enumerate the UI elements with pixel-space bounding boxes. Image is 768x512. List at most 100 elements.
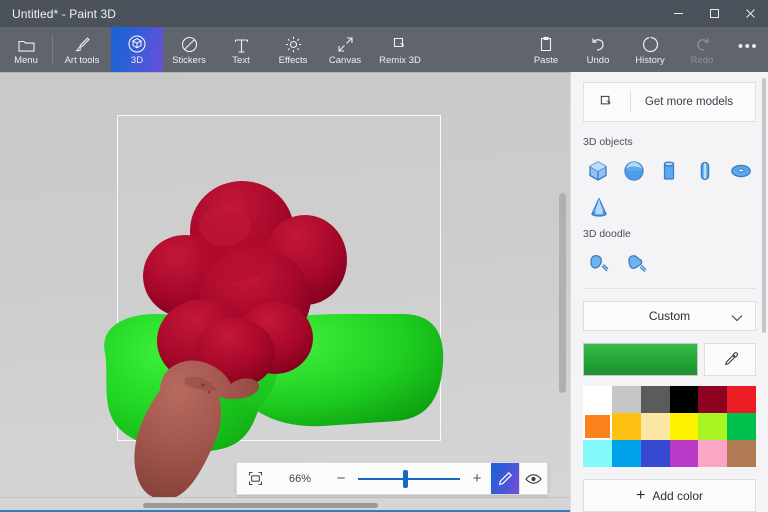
soft-edge-doodle-button[interactable] — [620, 248, 652, 278]
tab-redo: Redo — [676, 27, 728, 72]
color-swatch[interactable] — [640, 440, 670, 467]
object-capsule-button[interactable] — [690, 156, 721, 186]
fit-to-view-button[interactable] — [237, 463, 273, 494]
tab-effects-label: Effects — [278, 54, 308, 66]
tab-paste[interactable]: Paste — [520, 27, 572, 72]
current-color-swatch[interactable] — [583, 343, 698, 376]
tab-text[interactable]: Text — [215, 27, 267, 72]
workspace — [0, 72, 570, 512]
color-swatch[interactable] — [727, 386, 756, 413]
zoom-toolbar: 66% − + — [236, 462, 548, 495]
zoom-in-button[interactable]: + — [463, 463, 491, 494]
canvas-vertical-scrollbar[interactable] — [559, 193, 566, 393]
horizontal-scroll-thumb[interactable] — [143, 503, 378, 508]
color-swatch[interactable] — [611, 413, 641, 440]
cube-icon — [128, 34, 146, 53]
sticker-icon — [181, 34, 198, 53]
color-swatch[interactable] — [640, 386, 670, 413]
paint3d-window: Untitled* - Paint 3D Menu Art tools 3D S… — [0, 0, 768, 512]
color-swatch[interactable] — [583, 386, 612, 413]
tab-art-tools[interactable]: Art tools — [53, 27, 111, 72]
object-cube-button[interactable] — [583, 156, 614, 186]
object-cone-button[interactable] — [583, 192, 615, 222]
ribbon-overflow-icon[interactable]: ••• — [728, 27, 768, 72]
get-more-models-button[interactable]: Get more models — [583, 82, 756, 122]
color-swatch[interactable] — [640, 413, 670, 440]
color-swatch[interactable] — [669, 440, 699, 467]
object-cylinder-button[interactable] — [654, 156, 685, 186]
remix3d-icon — [392, 34, 409, 53]
color-swatch[interactable] — [583, 440, 612, 467]
material-select-value: Custom — [648, 309, 691, 323]
object-sphere-button[interactable] — [619, 156, 650, 186]
effects-icon — [285, 34, 302, 53]
tab-remix-3d-label: Remix 3D — [379, 54, 421, 66]
tab-remix-3d[interactable]: Remix 3D — [371, 27, 429, 72]
tab-3d-label: 3D — [130, 54, 144, 66]
get-more-models-label: Get more models — [644, 96, 734, 108]
tab-history[interactable]: History — [624, 27, 676, 72]
title-bar: Untitled* - Paint 3D — [0, 0, 768, 27]
tab-undo[interactable]: Undo — [572, 27, 624, 72]
remix3d-models-icon — [584, 94, 630, 110]
sharp-edge-doodle-button[interactable] — [583, 248, 615, 278]
zoom-slider[interactable] — [355, 463, 463, 494]
right-tool-panel: Get more models 3D objects 3D doodle Cus… — [570, 72, 768, 512]
undo-icon — [590, 34, 607, 53]
doodle-row — [583, 248, 756, 278]
visibility-eye-button[interactable] — [519, 463, 547, 494]
tab-menu-label: Menu — [14, 54, 38, 66]
tab-text-label: Text — [232, 54, 250, 66]
tab-canvas[interactable]: Canvas — [319, 27, 371, 72]
doodle-pencil-button[interactable] — [491, 463, 519, 494]
window-title: Untitled* - Paint 3D — [12, 6, 117, 21]
zoom-out-button[interactable]: − — [327, 463, 355, 494]
window-controls — [660, 0, 768, 27]
minimize-icon[interactable] — [660, 0, 696, 27]
close-icon[interactable] — [732, 0, 768, 27]
object-donut-button[interactable] — [725, 156, 756, 186]
color-swatch[interactable] — [669, 413, 699, 440]
paste-icon — [538, 34, 554, 53]
zoom-slider-track — [358, 478, 460, 480]
tab-3d[interactable]: 3D — [111, 27, 163, 72]
objects-heading: 3D objects — [583, 136, 633, 148]
plus-icon: + — [635, 486, 646, 504]
panel-scrollbar[interactable] — [762, 78, 766, 333]
tab-redo-label: Redo — [690, 54, 714, 66]
color-swatch[interactable] — [611, 386, 641, 413]
color-swatch[interactable] — [611, 440, 641, 467]
maximize-icon[interactable] — [696, 0, 732, 27]
color-swatch[interactable] — [727, 413, 756, 440]
color-palette — [583, 386, 756, 467]
zoom-slider-thumb[interactable] — [403, 470, 408, 488]
color-swatch[interactable] — [583, 413, 612, 440]
chevron-down-icon — [731, 311, 743, 325]
add-color-label: Add color — [652, 488, 704, 503]
eyedropper-button[interactable] — [704, 343, 756, 376]
material-select[interactable]: Custom — [583, 301, 756, 331]
color-swatch[interactable] — [698, 413, 728, 440]
tab-canvas-label: Canvas — [328, 54, 362, 66]
tab-menu[interactable]: Menu — [0, 27, 52, 72]
color-swatch[interactable] — [727, 440, 756, 467]
objects-row-1 — [583, 156, 756, 186]
objects-row-2 — [583, 192, 756, 222]
current-color-row — [583, 343, 756, 376]
tab-history-label: History — [635, 54, 665, 66]
tab-paste-label: Paste — [533, 54, 559, 66]
tab-undo-label: Undo — [586, 54, 610, 66]
zoom-percent-label: 66% — [288, 472, 312, 485]
color-swatch[interactable] — [669, 386, 699, 413]
redo-icon — [694, 34, 711, 53]
ribbon-toolbar: Menu Art tools 3D Stickers Text Effects … — [0, 27, 768, 72]
ribbon-spacer — [429, 27, 520, 72]
color-swatch[interactable] — [698, 386, 728, 413]
tab-stickers[interactable]: Stickers — [163, 27, 215, 72]
brush-icon — [74, 34, 91, 53]
doodle-heading: 3D doodle — [583, 228, 631, 240]
add-color-button[interactable]: + Add color — [583, 479, 756, 512]
tab-effects[interactable]: Effects — [267, 27, 319, 72]
canvas-3d-view[interactable] — [0, 73, 570, 512]
color-swatch[interactable] — [698, 440, 728, 467]
